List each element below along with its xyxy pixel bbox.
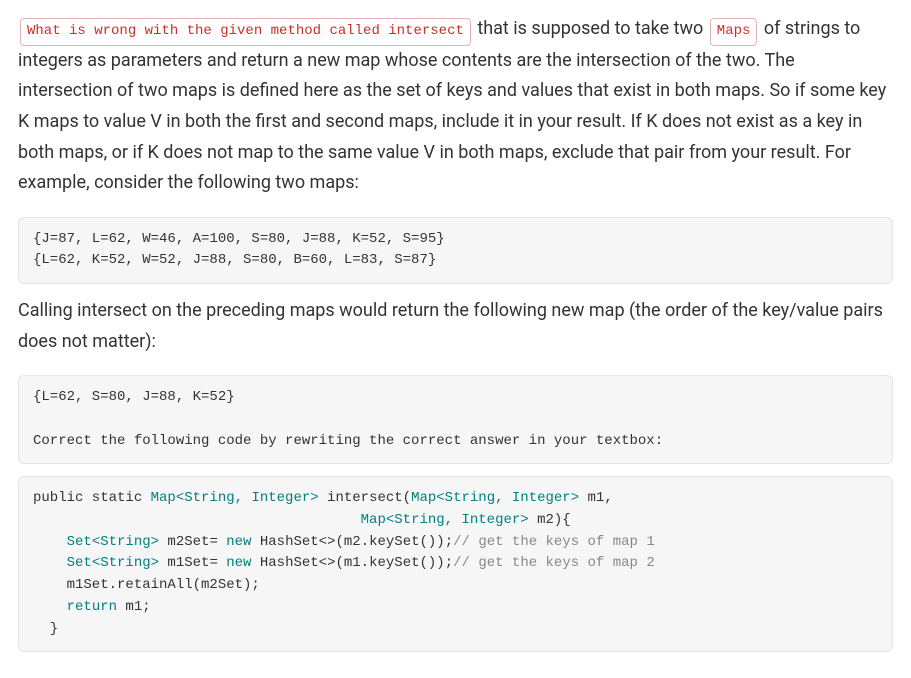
intro-text-1: that is supposed to take two [473, 18, 708, 39]
call-description: Calling intersect on the preceding maps … [18, 296, 893, 357]
result-block: {L=62, S=80, J=88, K=52} Correct the fol… [18, 375, 893, 464]
question-intro: What is wrong with the given method call… [18, 14, 893, 199]
tag-maps: Maps [710, 18, 758, 46]
result-map-text: {L=62, S=80, J=88, K=52} [33, 389, 235, 405]
tag-intersect: What is wrong with the given method call… [20, 18, 471, 46]
example-maps-block: {J=87, L=62, W=46, A=100, S=80, J=88, K=… [18, 217, 893, 284]
correction-instruction: Correct the following code by rewriting … [33, 433, 663, 449]
code-to-correct: public static Map<String, Integer> inter… [18, 476, 893, 652]
example-maps-text: {J=87, L=62, W=46, A=100, S=80, J=88, K=… [33, 231, 445, 269]
